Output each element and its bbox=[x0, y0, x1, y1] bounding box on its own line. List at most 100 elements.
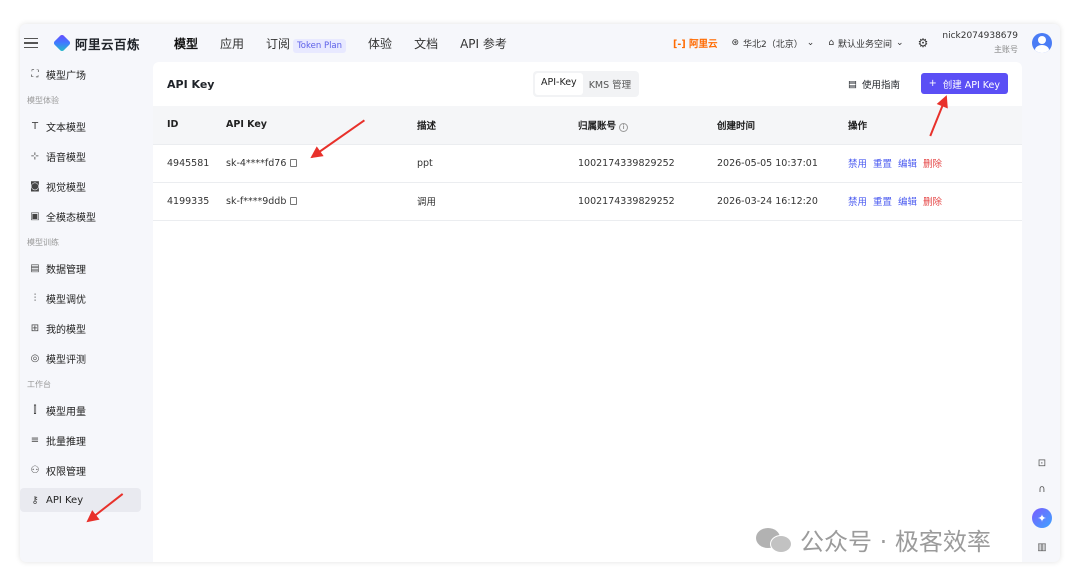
sidebar-item[interactable]: ⊹ 语音模型 bbox=[20, 144, 152, 168]
guide-link[interactable]: ▤ 使用指南 bbox=[848, 77, 900, 92]
sidebar-item[interactable]: ▣ 全模态模型 bbox=[20, 204, 152, 228]
tab-kms[interactable]: KMS 管理 bbox=[583, 73, 637, 95]
disable-button[interactable]: 禁用 bbox=[848, 197, 867, 208]
region-label: 华北2（北京） bbox=[743, 39, 803, 50]
omni-icon: ▣ bbox=[30, 210, 40, 222]
table-row: 4945581 sk-4****fd76 ppt 1002174339829252 20… bbox=[153, 144, 1022, 183]
cell-key: sk-f****9ddb bbox=[226, 182, 417, 221]
sidebar-item[interactable]: ◙ 视觉模型 bbox=[20, 174, 152, 198]
username: nick2074938679 bbox=[942, 31, 1018, 41]
sidebar-item-label: 模型广场 bbox=[46, 70, 86, 82]
token-plan-badge: Token Plan bbox=[293, 38, 347, 53]
sidebar-item-label: API Key bbox=[46, 494, 84, 506]
cell-created: 2026-03-24 16:12:20 bbox=[717, 182, 848, 221]
api-key-value: sk-4****fd76 bbox=[226, 157, 287, 169]
sidebar-item[interactable]: ⛶ 模型广场 bbox=[20, 62, 152, 86]
nav-subscribe-label: 订阅 bbox=[266, 36, 291, 51]
sidebar-group-label: 工作台 bbox=[27, 380, 51, 389]
nav-api-reference[interactable]: API 参考 bbox=[460, 35, 507, 52]
nav-docs[interactable]: 文档 bbox=[414, 35, 438, 52]
sidebar-item[interactable]: ⊞ 我的模型 bbox=[20, 316, 152, 340]
delete-button[interactable]: 删除 bbox=[923, 159, 942, 170]
sidebar-item-label: 我的模型 bbox=[46, 324, 86, 336]
sidebar-group-label: 模型训练 bbox=[27, 238, 59, 247]
floating-tools: ⊡ ∩ ✦ ▥ bbox=[1032, 456, 1052, 554]
sidebar-item[interactable]: ⚇ 权限管理 bbox=[20, 458, 152, 482]
chevron-down-icon: ⌄ bbox=[806, 38, 815, 48]
evaluate-icon: ◎ bbox=[30, 352, 40, 364]
create-label: 创建 API Key bbox=[942, 79, 1000, 91]
sidebar-group-label: 模型体验 bbox=[27, 96, 59, 105]
gift-icon[interactable]: ⊡ bbox=[1035, 456, 1049, 470]
cell-actions: 禁用 重置 编辑 删除 bbox=[848, 182, 1022, 221]
sidebar-item[interactable]: ⚷ API Key bbox=[20, 488, 141, 512]
data-icon: ▤ bbox=[30, 262, 40, 274]
gear-icon[interactable]: ⚙ bbox=[918, 36, 929, 50]
logo[interactable]: 阿里云百炼 bbox=[52, 33, 140, 53]
copy-icon[interactable] bbox=[290, 196, 298, 205]
cell-desc: 调用 bbox=[417, 182, 578, 221]
watermark-text: 公众号 · 极客效率 bbox=[800, 528, 991, 556]
headset-icon[interactable]: ∩ bbox=[1035, 482, 1049, 496]
clipboard-icon[interactable]: ▥ bbox=[1035, 540, 1049, 554]
col-id: ID bbox=[153, 106, 226, 145]
tab-api-key[interactable]: API-Key bbox=[535, 73, 583, 95]
api-key-value: sk-f****9ddb bbox=[226, 195, 287, 207]
sidebar-item[interactable]: ⫶ 模型调优 bbox=[20, 286, 152, 310]
guide-label: 使用指南 bbox=[861, 80, 900, 91]
main-header: API Key API-Key KMS 管理 ▤ 使用指南 + 创建 API K… bbox=[153, 62, 1022, 106]
nav-models[interactable]: 模型 bbox=[174, 35, 198, 52]
ai-assistant-icon[interactable]: ✦ bbox=[1032, 508, 1052, 528]
usage-icon: ⫿ bbox=[33, 404, 37, 416]
cell-id: 4945581 bbox=[153, 144, 226, 183]
sidebar-item[interactable]: ◎ 模型评测 bbox=[20, 346, 152, 370]
camera-icon: ◙ bbox=[30, 180, 40, 192]
my-models-icon: ⊞ bbox=[30, 322, 40, 334]
delete-button[interactable]: 删除 bbox=[923, 197, 942, 208]
plus-icon: + bbox=[928, 78, 937, 89]
api-key-table: ID API Key 描述 归属账号 i 创建时间 操作 4945581 sk-4*… bbox=[153, 106, 1022, 221]
workspace-selector[interactable]: ⌂ 默认业务空间 ⌄ bbox=[828, 37, 903, 50]
sidebar-item[interactable]: T 文本模型 bbox=[20, 114, 152, 138]
chevron-down-icon: ⌄ bbox=[896, 38, 904, 48]
top-bar: 阿里云百炼 模型 应用 订阅 Token Plan 体验 文档 API 参考 [-… bbox=[20, 24, 1060, 62]
user-info[interactable]: nick2074938679 主账号 bbox=[942, 30, 1018, 56]
cell-account: 1002174339829252 bbox=[578, 182, 717, 221]
cell-desc: ppt bbox=[417, 144, 578, 183]
reset-button[interactable]: 重置 bbox=[873, 159, 892, 170]
account-type: 主账号 bbox=[994, 45, 1018, 54]
sidebar-item-label: 文本模型 bbox=[46, 122, 86, 134]
edit-button[interactable]: 编辑 bbox=[898, 159, 917, 170]
sidebar-item-label: 权限管理 bbox=[46, 466, 86, 478]
sidebar-item-label: 模型评测 bbox=[46, 354, 86, 366]
sidebar-item-label: 模型用量 bbox=[46, 406, 86, 418]
location-icon: ⊛ bbox=[731, 38, 740, 48]
header-right: [-] 阿里云 ⊛ 华北2（北京） ⌄ ⌂ 默认业务空间 ⌄ ⚙ nick2074938… bbox=[673, 24, 1052, 62]
cell-id: 4199335 bbox=[153, 182, 226, 221]
avatar[interactable] bbox=[1032, 33, 1052, 53]
top-nav: 模型 应用 订阅 Token Plan 体验 文档 API 参考 bbox=[174, 35, 507, 53]
wechat-icon bbox=[756, 526, 792, 554]
info-icon[interactable]: i bbox=[619, 122, 629, 132]
aliyun-logo[interactable]: [-] 阿里云 bbox=[673, 36, 717, 50]
disable-button[interactable]: 禁用 bbox=[848, 159, 867, 170]
create-api-key-button[interactable]: + 创建 API Key bbox=[920, 73, 1008, 94]
col-desc: 描述 bbox=[417, 106, 578, 145]
nav-subscribe[interactable]: 订阅 Token Plan bbox=[266, 35, 347, 53]
copy-icon[interactable] bbox=[290, 158, 298, 167]
col-account-label: 归属账号 bbox=[578, 120, 617, 132]
menu-icon[interactable] bbox=[24, 37, 38, 49]
nav-apps[interactable]: 应用 bbox=[220, 35, 244, 52]
sidebar-item[interactable]: ≡ 批量推理 bbox=[20, 428, 152, 452]
tune-icon: ⫶ bbox=[33, 292, 37, 304]
region-selector[interactable]: ⊛ 华北2（北京） ⌄ bbox=[731, 37, 814, 50]
edit-button[interactable]: 编辑 bbox=[898, 197, 917, 208]
sidebar-item[interactable]: ▤ 数据管理 bbox=[20, 256, 152, 280]
home-icon: ⌂ bbox=[828, 38, 835, 48]
sidebar-item[interactable]: ⫿ 模型用量 bbox=[20, 398, 152, 422]
cell-created: 2026-05-05 10:37:01 bbox=[717, 144, 848, 183]
col-account: 归属账号 i bbox=[578, 106, 717, 145]
key-icon: ⚷ bbox=[31, 494, 39, 506]
reset-button[interactable]: 重置 bbox=[873, 197, 892, 208]
nav-experience[interactable]: 体验 bbox=[368, 35, 392, 52]
